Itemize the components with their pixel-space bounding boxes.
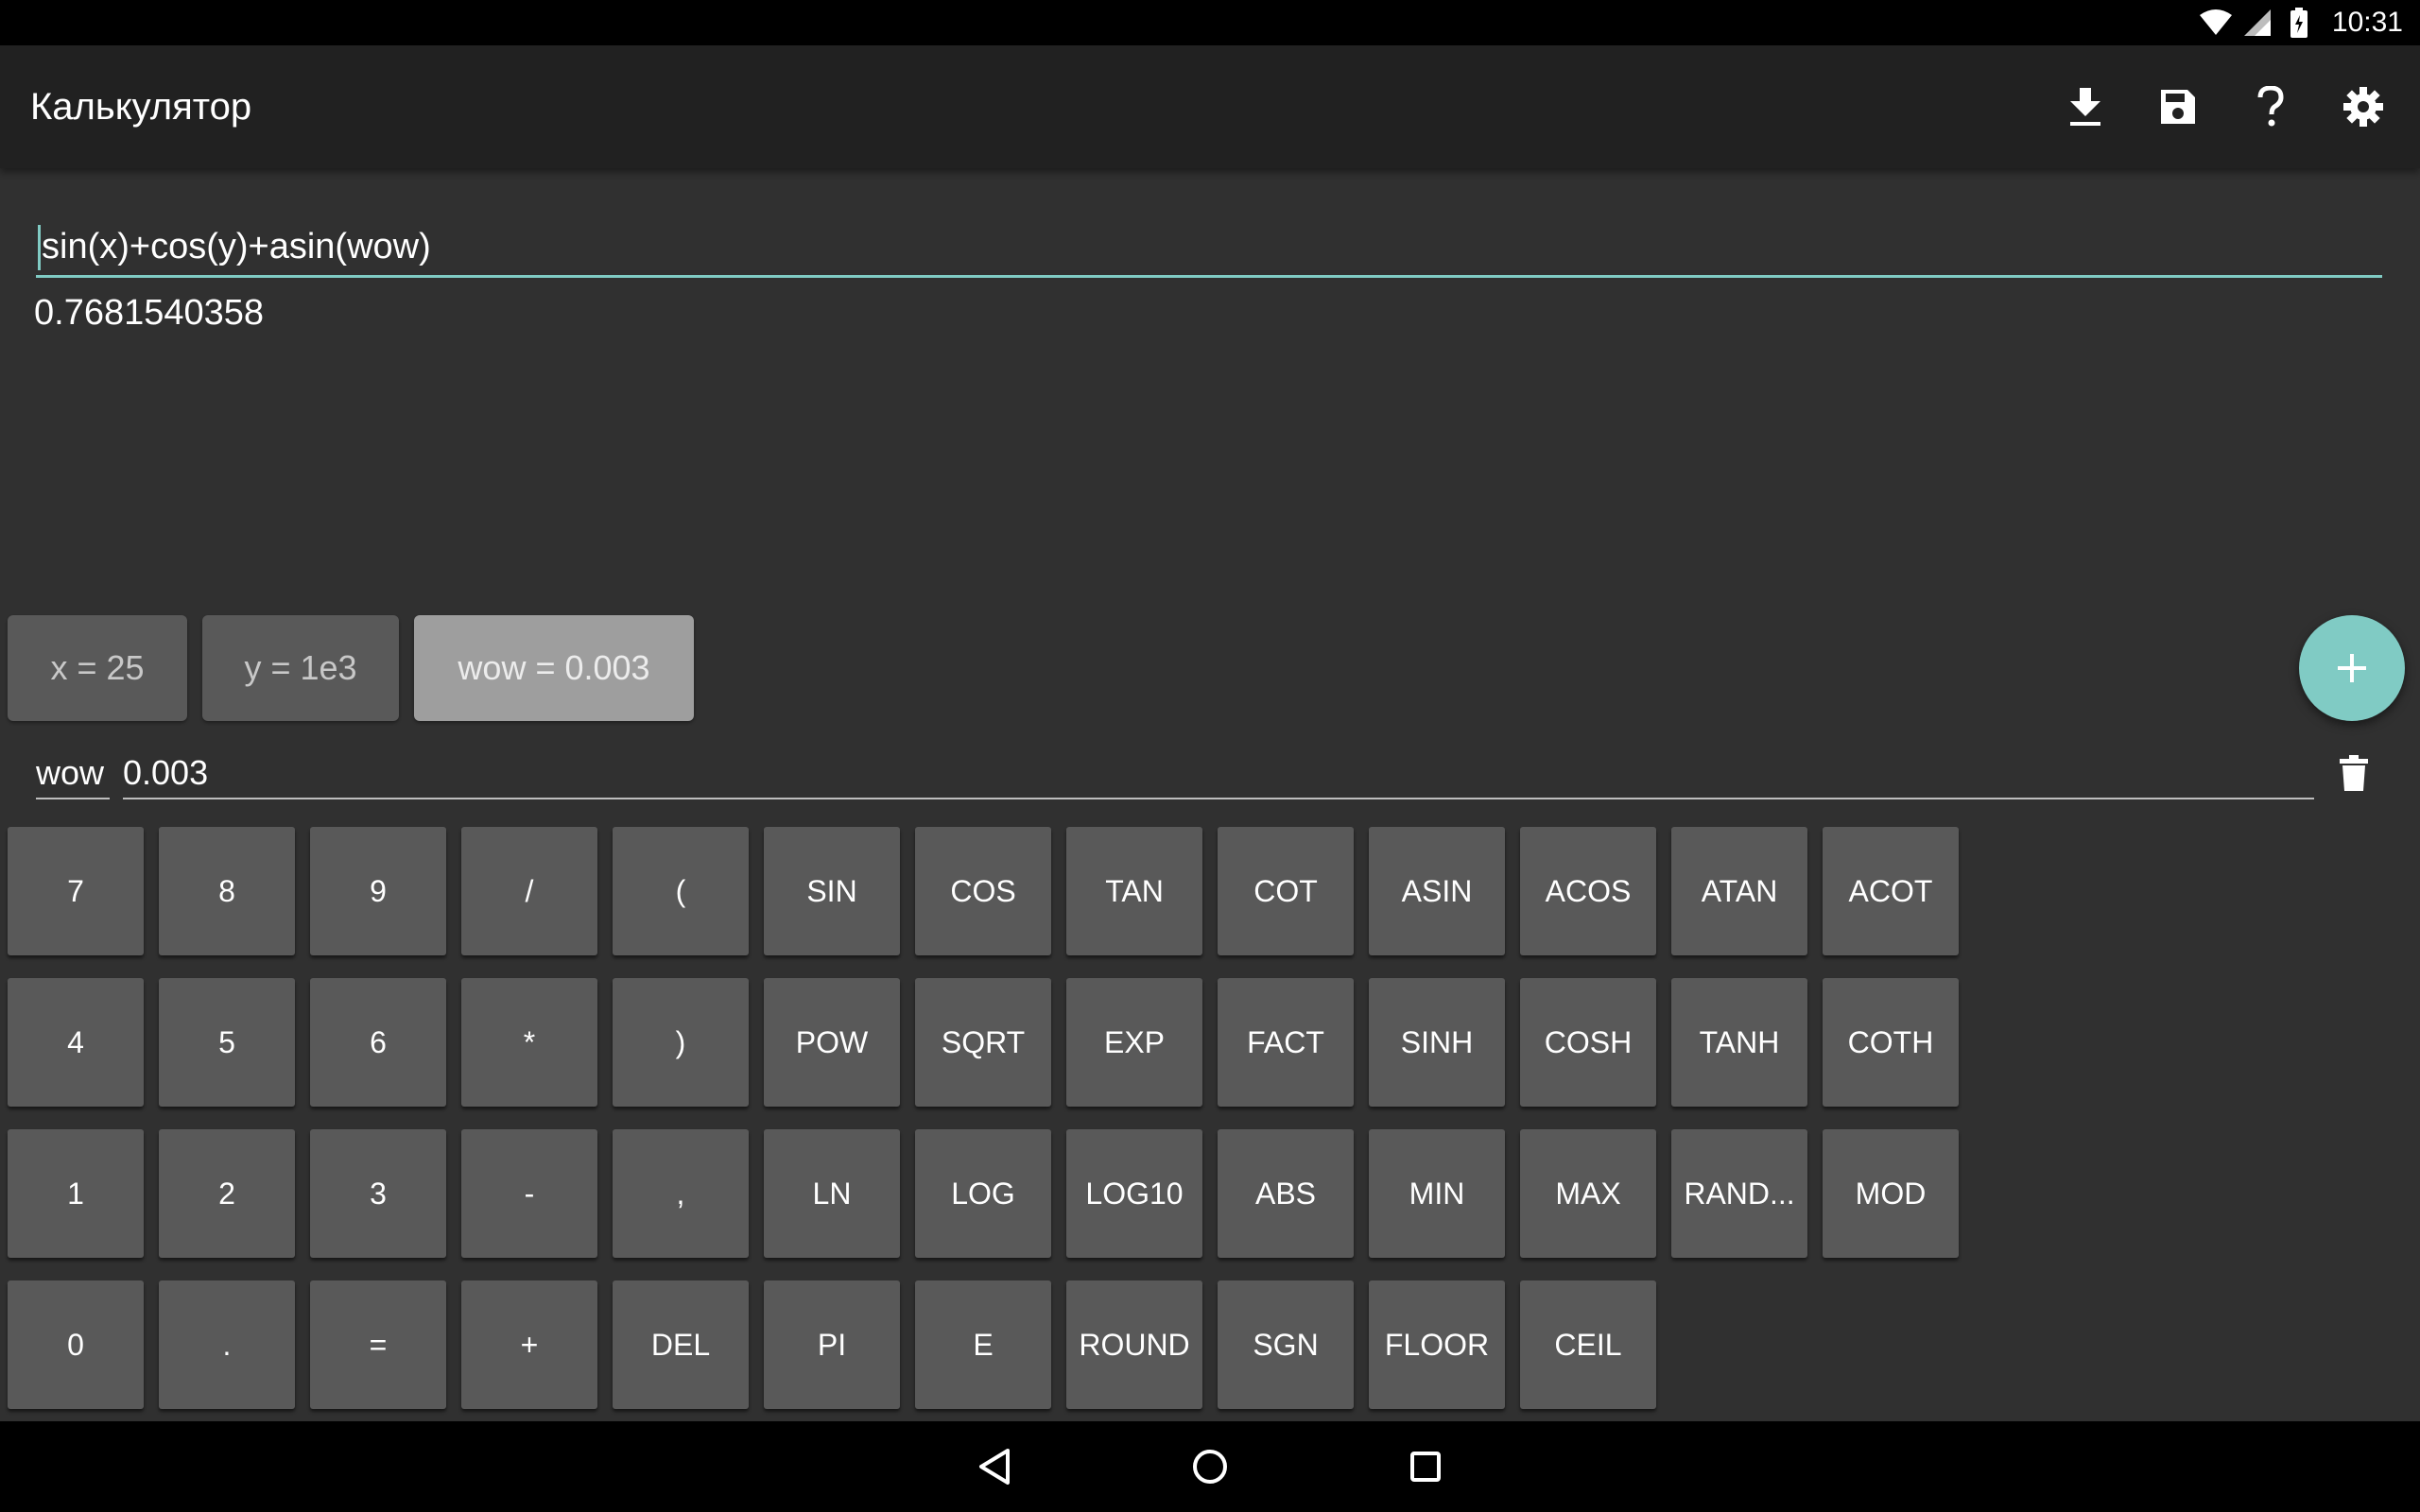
key-exp[interactable]: EXP <box>1066 978 1202 1107</box>
key-5[interactable]: 5 <box>159 978 295 1107</box>
text-cursor <box>38 224 41 270</box>
key-9[interactable]: 9 <box>310 827 446 955</box>
key-tan[interactable]: TAN <box>1066 827 1202 955</box>
key-sqrt[interactable]: SQRT <box>915 978 1051 1107</box>
key-log10[interactable]: LOG10 <box>1066 1129 1202 1258</box>
key-acos[interactable]: ACOS <box>1520 827 1656 955</box>
save-icon[interactable] <box>2150 78 2206 135</box>
key-close-paren[interactable]: ) <box>613 978 749 1107</box>
plus-icon <box>2338 654 2366 682</box>
key-1[interactable]: 1 <box>8 1129 144 1258</box>
key-0[interactable]: 0 <box>8 1280 144 1409</box>
key-acot[interactable]: ACOT <box>1823 827 1959 955</box>
variable-name-input[interactable]: wow <box>36 748 110 799</box>
variable-chip-x[interactable]: x = 25 <box>8 615 187 721</box>
key-multiply[interactable]: * <box>461 978 597 1107</box>
key-round[interactable]: ROUND <box>1066 1280 1202 1409</box>
key-del[interactable]: DEL <box>613 1280 749 1409</box>
key-plus[interactable]: + <box>461 1280 597 1409</box>
key-mod[interactable]: MOD <box>1823 1129 1959 1258</box>
key-dot[interactable]: . <box>159 1280 295 1409</box>
result-text: 0.7681540358 <box>34 293 265 333</box>
key-comma[interactable]: , <box>613 1129 749 1258</box>
key-8[interactable]: 8 <box>159 827 295 955</box>
key-minus[interactable]: - <box>461 1129 597 1258</box>
key-2[interactable]: 2 <box>159 1129 295 1258</box>
key-ln[interactable]: LN <box>764 1129 900 1258</box>
variable-chip-y[interactable]: y = 1e3 <box>202 615 399 721</box>
home-icon[interactable] <box>1182 1438 1238 1495</box>
key-sinh[interactable]: SINH <box>1369 978 1505 1107</box>
key-4[interactable]: 4 <box>8 978 144 1107</box>
key-3[interactable]: 3 <box>310 1129 446 1258</box>
expression-text: sin(x)+cos(y)+asin(wow) <box>42 227 431 266</box>
key-e[interactable]: E <box>915 1280 1051 1409</box>
app-title: Калькулятор <box>30 85 252 128</box>
key-sgn[interactable]: SGN <box>1218 1280 1354 1409</box>
key-ceil[interactable]: CEIL <box>1520 1280 1656 1409</box>
key-sin[interactable]: SIN <box>764 827 900 955</box>
key-cos[interactable]: COS <box>915 827 1051 955</box>
variable-chip-wow[interactable]: wow = 0.003 <box>414 615 694 721</box>
download-icon[interactable] <box>2057 78 2114 135</box>
add-variable-button[interactable] <box>2299 615 2405 721</box>
status-bar: 10:31 <box>0 0 2420 45</box>
key-equals[interactable]: = <box>310 1280 446 1409</box>
key-divide[interactable]: / <box>461 827 597 955</box>
key-coth[interactable]: COTH <box>1823 978 1959 1107</box>
key-cot[interactable]: COT <box>1218 827 1354 955</box>
key-open-paren[interactable]: ( <box>613 827 749 955</box>
key-tanh[interactable]: TANH <box>1671 978 1807 1107</box>
key-asin[interactable]: ASIN <box>1369 827 1505 955</box>
key-6[interactable]: 6 <box>310 978 446 1107</box>
key-fact[interactable]: FACT <box>1218 978 1354 1107</box>
variable-chips: x = 25 y = 1e3 wow = 0.003 <box>8 615 694 721</box>
battery-icon <box>2283 7 2315 39</box>
key-min[interactable]: MIN <box>1369 1129 1505 1258</box>
key-max[interactable]: MAX <box>1520 1129 1656 1258</box>
variable-value-input[interactable]: 0.003 <box>123 748 2314 799</box>
settings-icon[interactable] <box>2335 78 2392 135</box>
app-bar: Калькулятор <box>0 45 2420 168</box>
key-7[interactable]: 7 <box>8 827 144 955</box>
key-log[interactable]: LOG <box>915 1129 1051 1258</box>
wifi-icon <box>2199 7 2232 39</box>
keypad: 7 8 9/(SIN COS TAN COT ASIN ACOS ATAN ACOT 4 5 6 *) PO… <box>8 827 1959 1409</box>
key-floor[interactable]: FLOOR <box>1369 1280 1505 1409</box>
key-pi[interactable]: PI <box>764 1280 900 1409</box>
key-abs[interactable]: ABS <box>1218 1129 1354 1258</box>
key-pow[interactable]: POW <box>764 978 900 1107</box>
key-rand[interactable]: RAND... <box>1671 1129 1807 1258</box>
nav-bar <box>0 1421 2420 1512</box>
back-icon[interactable] <box>966 1438 1023 1495</box>
delete-variable-button[interactable] <box>2327 747 2380 799</box>
cell-signal-icon <box>2241 7 2273 39</box>
key-atan[interactable]: ATAN <box>1671 827 1807 955</box>
key-cosh[interactable]: COSH <box>1520 978 1656 1107</box>
help-icon[interactable] <box>2242 78 2299 135</box>
status-time: 10:31 <box>2331 7 2403 38</box>
expression-input[interactable]: sin(x)+cos(y)+asin(wow) <box>36 219 2382 278</box>
recents-icon[interactable] <box>1397 1438 1454 1495</box>
trash-icon <box>2340 755 2368 791</box>
app-actions <box>2057 78 2392 135</box>
